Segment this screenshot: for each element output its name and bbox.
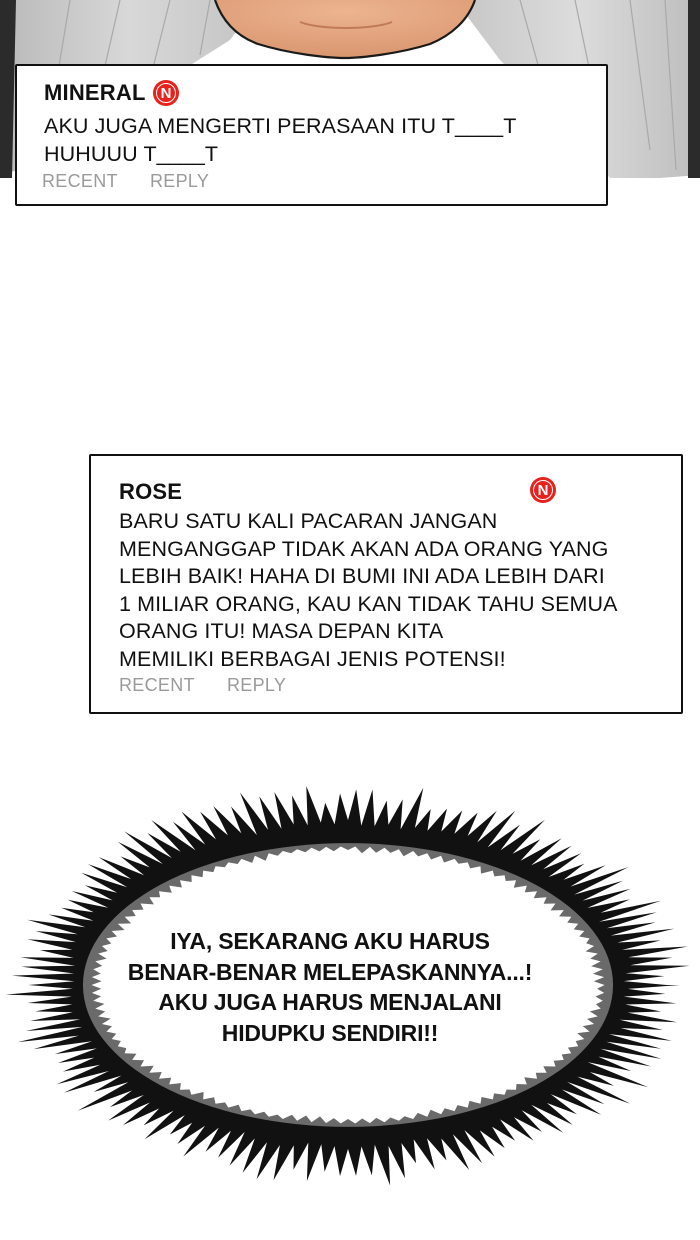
comment-card: ROSE N BARU SATU KALI PACARAN JANGAN MEN… [89,454,683,714]
speech-bubble-text: IYA, SEKARANG AKU HARUS BENAR-BENAR MELE… [90,926,570,1048]
comment-username: MINERAL [44,80,146,105]
speech-line: HIDUPKU SENDIRI!! [221,1019,439,1046]
comment-body: AKU JUGA MENGERTI PERASAAN ITU T____T HU… [44,114,517,166]
recent-button[interactable]: RECENT [119,675,195,696]
reply-button[interactable]: REPLY [227,675,286,696]
comment-card: MINERAL N AKU JUGA MENGERTI PERASAAN ITU… [15,64,608,206]
speech-line: BENAR-BENAR MELEPASKANNYA...! [127,958,533,985]
new-badge-icon: N [530,477,556,503]
reply-button[interactable]: REPLY [150,171,209,192]
recent-button[interactable]: RECENT [42,171,118,192]
new-badge-icon: N [153,80,179,106]
speech-line: AKU JUGA HARUS MENJALANI [158,989,502,1015]
speech-line: IYA, SEKARANG AKU HARUS [170,928,490,954]
comment-body: BARU SATU KALI PACARAN JANGAN MENGANGGAP… [119,509,618,671]
comment-username: ROSE [119,479,183,504]
